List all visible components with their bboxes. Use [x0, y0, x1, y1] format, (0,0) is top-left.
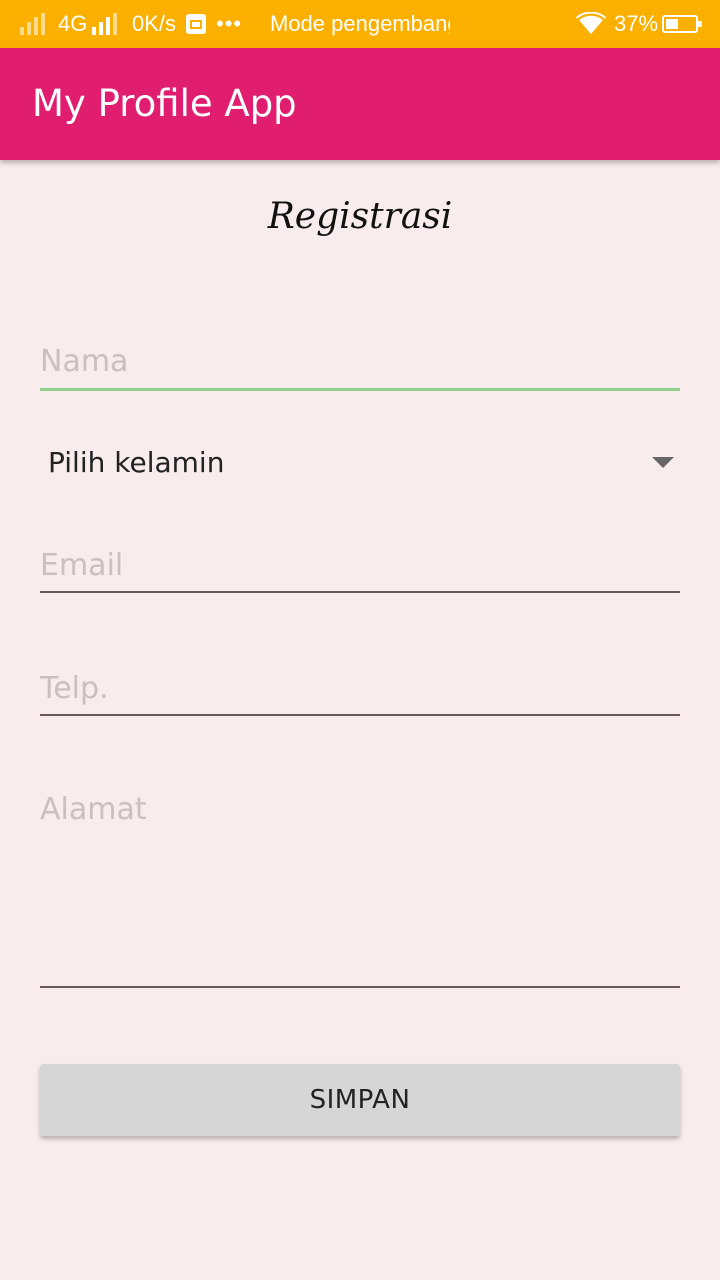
dropdown-arrow-icon [652, 456, 674, 468]
gender-spinner[interactable]: Pilih kelamin [40, 432, 680, 492]
gender-spinner-label: Pilih kelamin [48, 445, 225, 479]
signal-icon-sim2 [92, 0, 117, 48]
wifi-icon [576, 0, 606, 48]
network-speed: 0K/s [132, 11, 177, 36]
email-input-underline [40, 591, 680, 593]
address-input[interactable] [40, 792, 680, 972]
signal-icon-sim1 [20, 0, 45, 48]
more-notifications-icon: ••• [216, 11, 243, 36]
address-input-underline [40, 986, 680, 988]
status-bar: 4G 0K/s ••• Mode pengembang 37% ⚡ [0, 0, 720, 48]
form-title: Registrasi [267, 196, 453, 237]
notification-icon [186, 0, 206, 48]
name-input-underline [40, 388, 680, 391]
developer-mode-text: Mode pengembang [270, 11, 450, 36]
name-input[interactable] [40, 338, 680, 384]
network-type: 4G [58, 11, 88, 36]
battery-icon: ⚡ [662, 0, 702, 48]
phone-input[interactable] [40, 665, 680, 711]
email-input[interactable] [40, 542, 680, 588]
phone-input-underline [40, 714, 680, 716]
app-bar: My Profile App [0, 48, 720, 160]
battery-percent: 37% [614, 11, 659, 36]
app-title: My Profile App [32, 82, 297, 125]
save-button[interactable]: SIMPAN [40, 1064, 680, 1136]
